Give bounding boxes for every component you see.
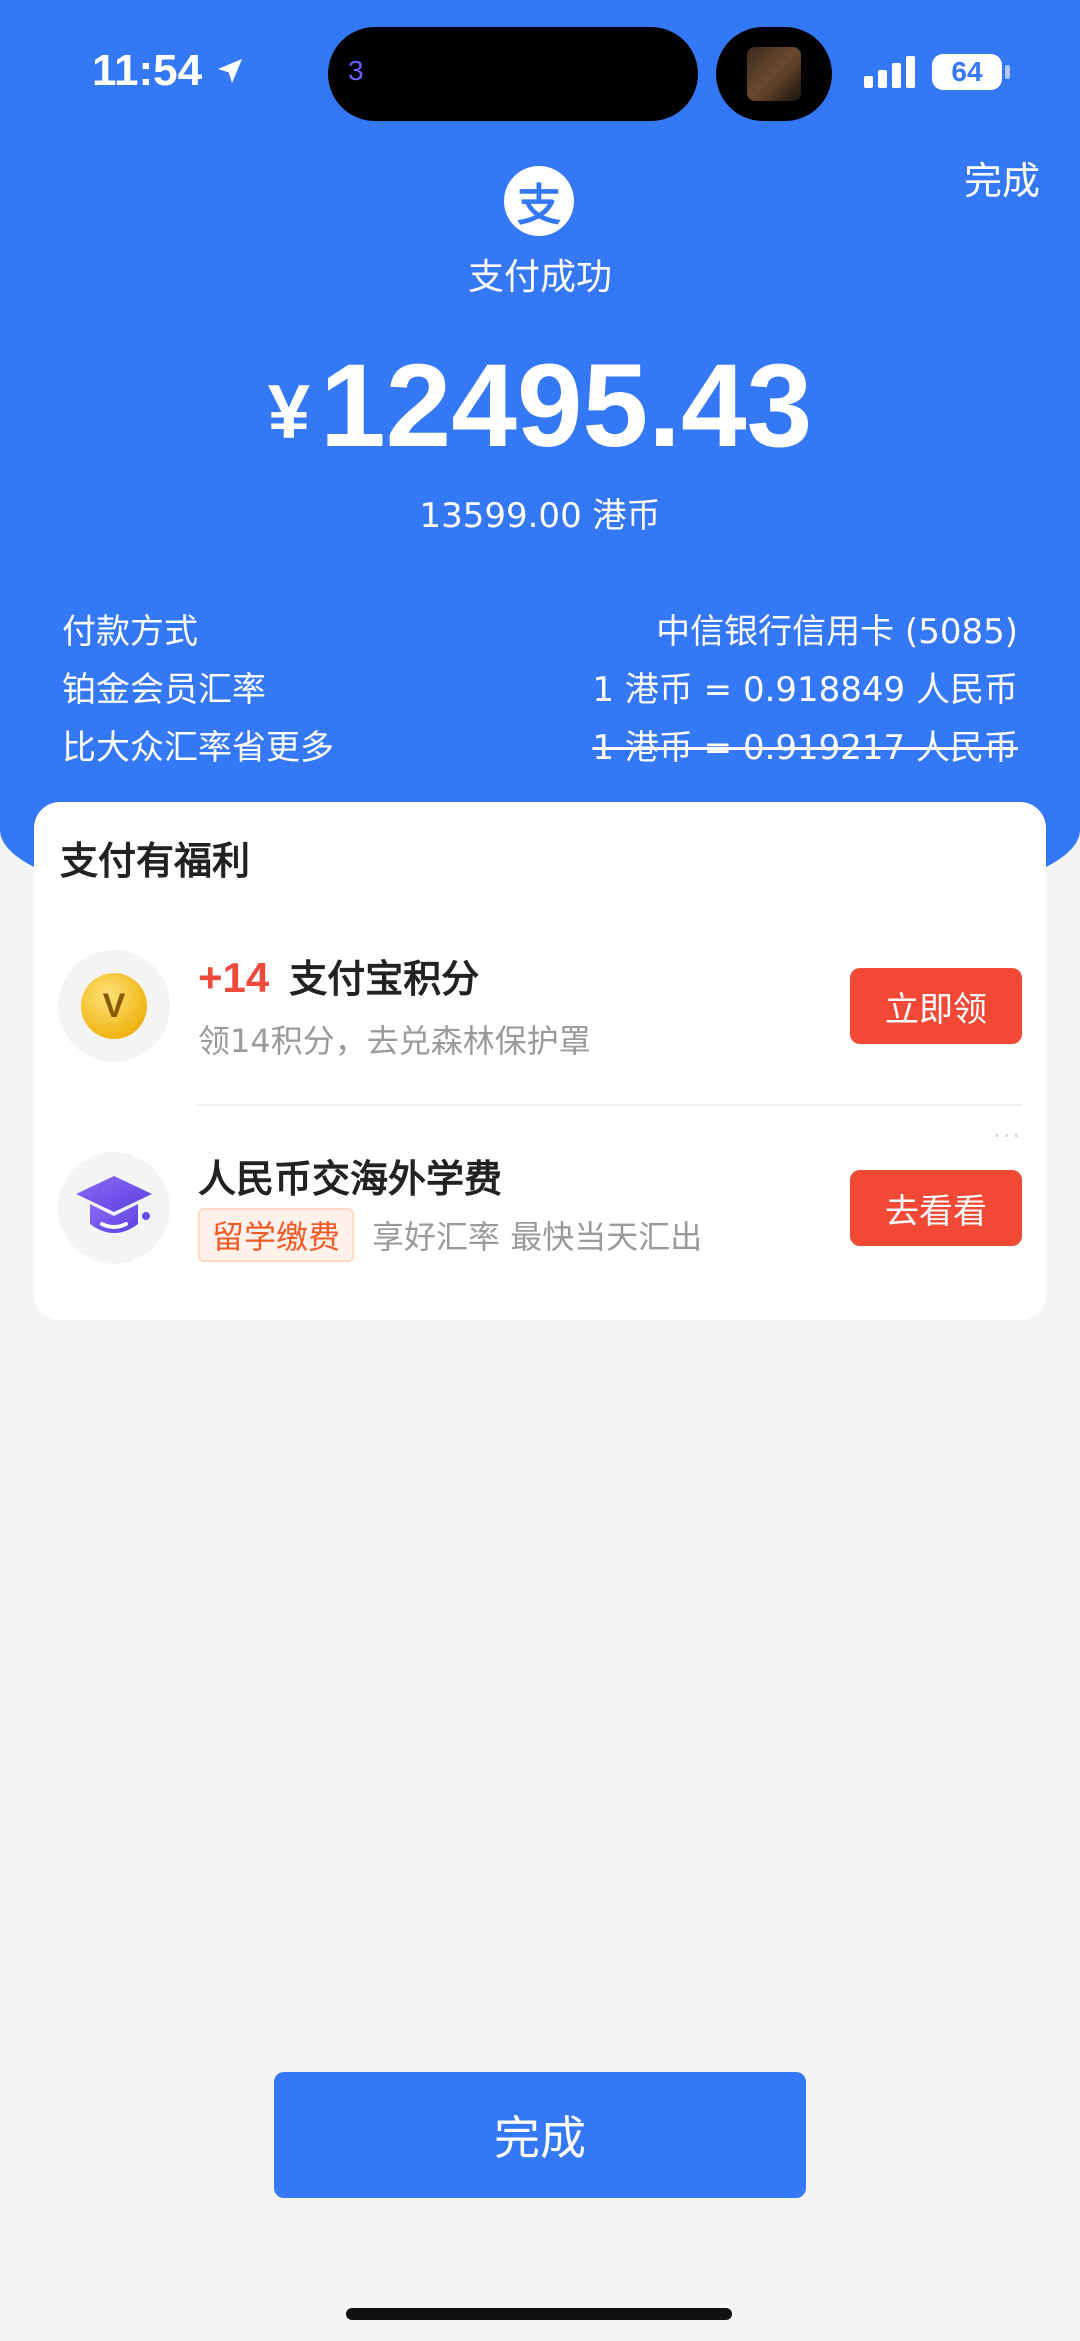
alipay-logo-icon: 支	[504, 166, 574, 236]
info-row-member-rate: 铂金会员汇率 1 港币 = 0.918849 人民币	[62, 662, 1018, 711]
amount-value: 12495.43	[320, 340, 813, 472]
done-link[interactable]: 完成	[964, 150, 1040, 205]
battery-tip	[1005, 65, 1010, 79]
points-plus: +14	[198, 954, 270, 1001]
album-art-icon	[747, 47, 801, 101]
home-indicator[interactable]	[346, 2308, 732, 2320]
info-label: 比大众汇率省更多	[62, 728, 334, 768]
payment-amount: ¥12495.43	[0, 338, 1080, 474]
complete-button[interactable]: 完成	[274, 2072, 806, 2198]
info-value-struck: 1 港币 = 0.919217 人民币	[592, 728, 1018, 768]
points-subtitle-text: 领14积分，去兑森林保护罩	[198, 1022, 591, 1060]
view-tuition-button[interactable]: 去看看	[850, 1170, 1022, 1246]
mortarboard-icon	[76, 1176, 152, 1233]
points-title-text: 支付宝积分	[289, 957, 480, 1001]
dynamic-island: 3	[328, 27, 698, 121]
claim-points-button[interactable]: 立即领	[850, 968, 1022, 1044]
battery-icon: 64	[932, 54, 1002, 90]
divider	[196, 1104, 1022, 1106]
tuition-subtitle: 留学缴费 享好汇率 最快当天汇出	[198, 1208, 702, 1262]
tuition-title-text: 人民币交海外学费	[198, 1157, 503, 1201]
info-label: 铂金会员汇率	[62, 670, 266, 710]
benefits-card: 支付有福利 V +14 支付宝积分 领14积分，去兑森林保护罩 立即领 ··· …	[34, 802, 1046, 1320]
points-title: +14 支付宝积分	[198, 948, 479, 1003]
graduation-cap-icon	[58, 1152, 170, 1264]
info-value: 1 港币 = 0.918849 人民币	[592, 670, 1018, 710]
battery-level: 64	[951, 56, 983, 87]
more-dots-icon[interactable]: ···	[993, 1122, 1022, 1150]
coin-icon: V	[58, 950, 170, 1062]
location-arrow-icon	[218, 59, 243, 83]
points-subtitle: 领14积分，去兑森林保护罩	[198, 1016, 591, 1062]
island-counter: 3	[348, 55, 364, 86]
tuition-subtitle-text: 享好汇率 最快当天汇出	[372, 1218, 703, 1256]
info-row-public-rate: 比大众汇率省更多 1 港币 = 0.919217 人民币	[62, 720, 1018, 769]
benefits-title: 支付有福利	[60, 839, 251, 883]
time-text: 11:54	[92, 46, 203, 95]
info-row-payment-method: 付款方式 中信银行信用卡 (5085)	[62, 604, 1018, 653]
study-abroad-tag: 留学缴费	[198, 1208, 355, 1262]
logo-char: 支	[517, 180, 561, 231]
cellular-signal-icon	[864, 54, 915, 88]
payment-status: 支付成功	[467, 257, 612, 298]
coin-v-icon: V	[81, 973, 147, 1039]
info-label: 付款方式	[62, 612, 198, 652]
currency-symbol: ¥	[267, 370, 311, 455]
tuition-title: 人民币交海外学费	[198, 1148, 502, 1203]
status-time: 11:54	[92, 46, 246, 96]
original-amount: 13599.00 港币	[419, 496, 661, 536]
now-playing-pill[interactable]	[716, 27, 832, 121]
info-value: 中信银行信用卡 (5085)	[656, 612, 1018, 652]
